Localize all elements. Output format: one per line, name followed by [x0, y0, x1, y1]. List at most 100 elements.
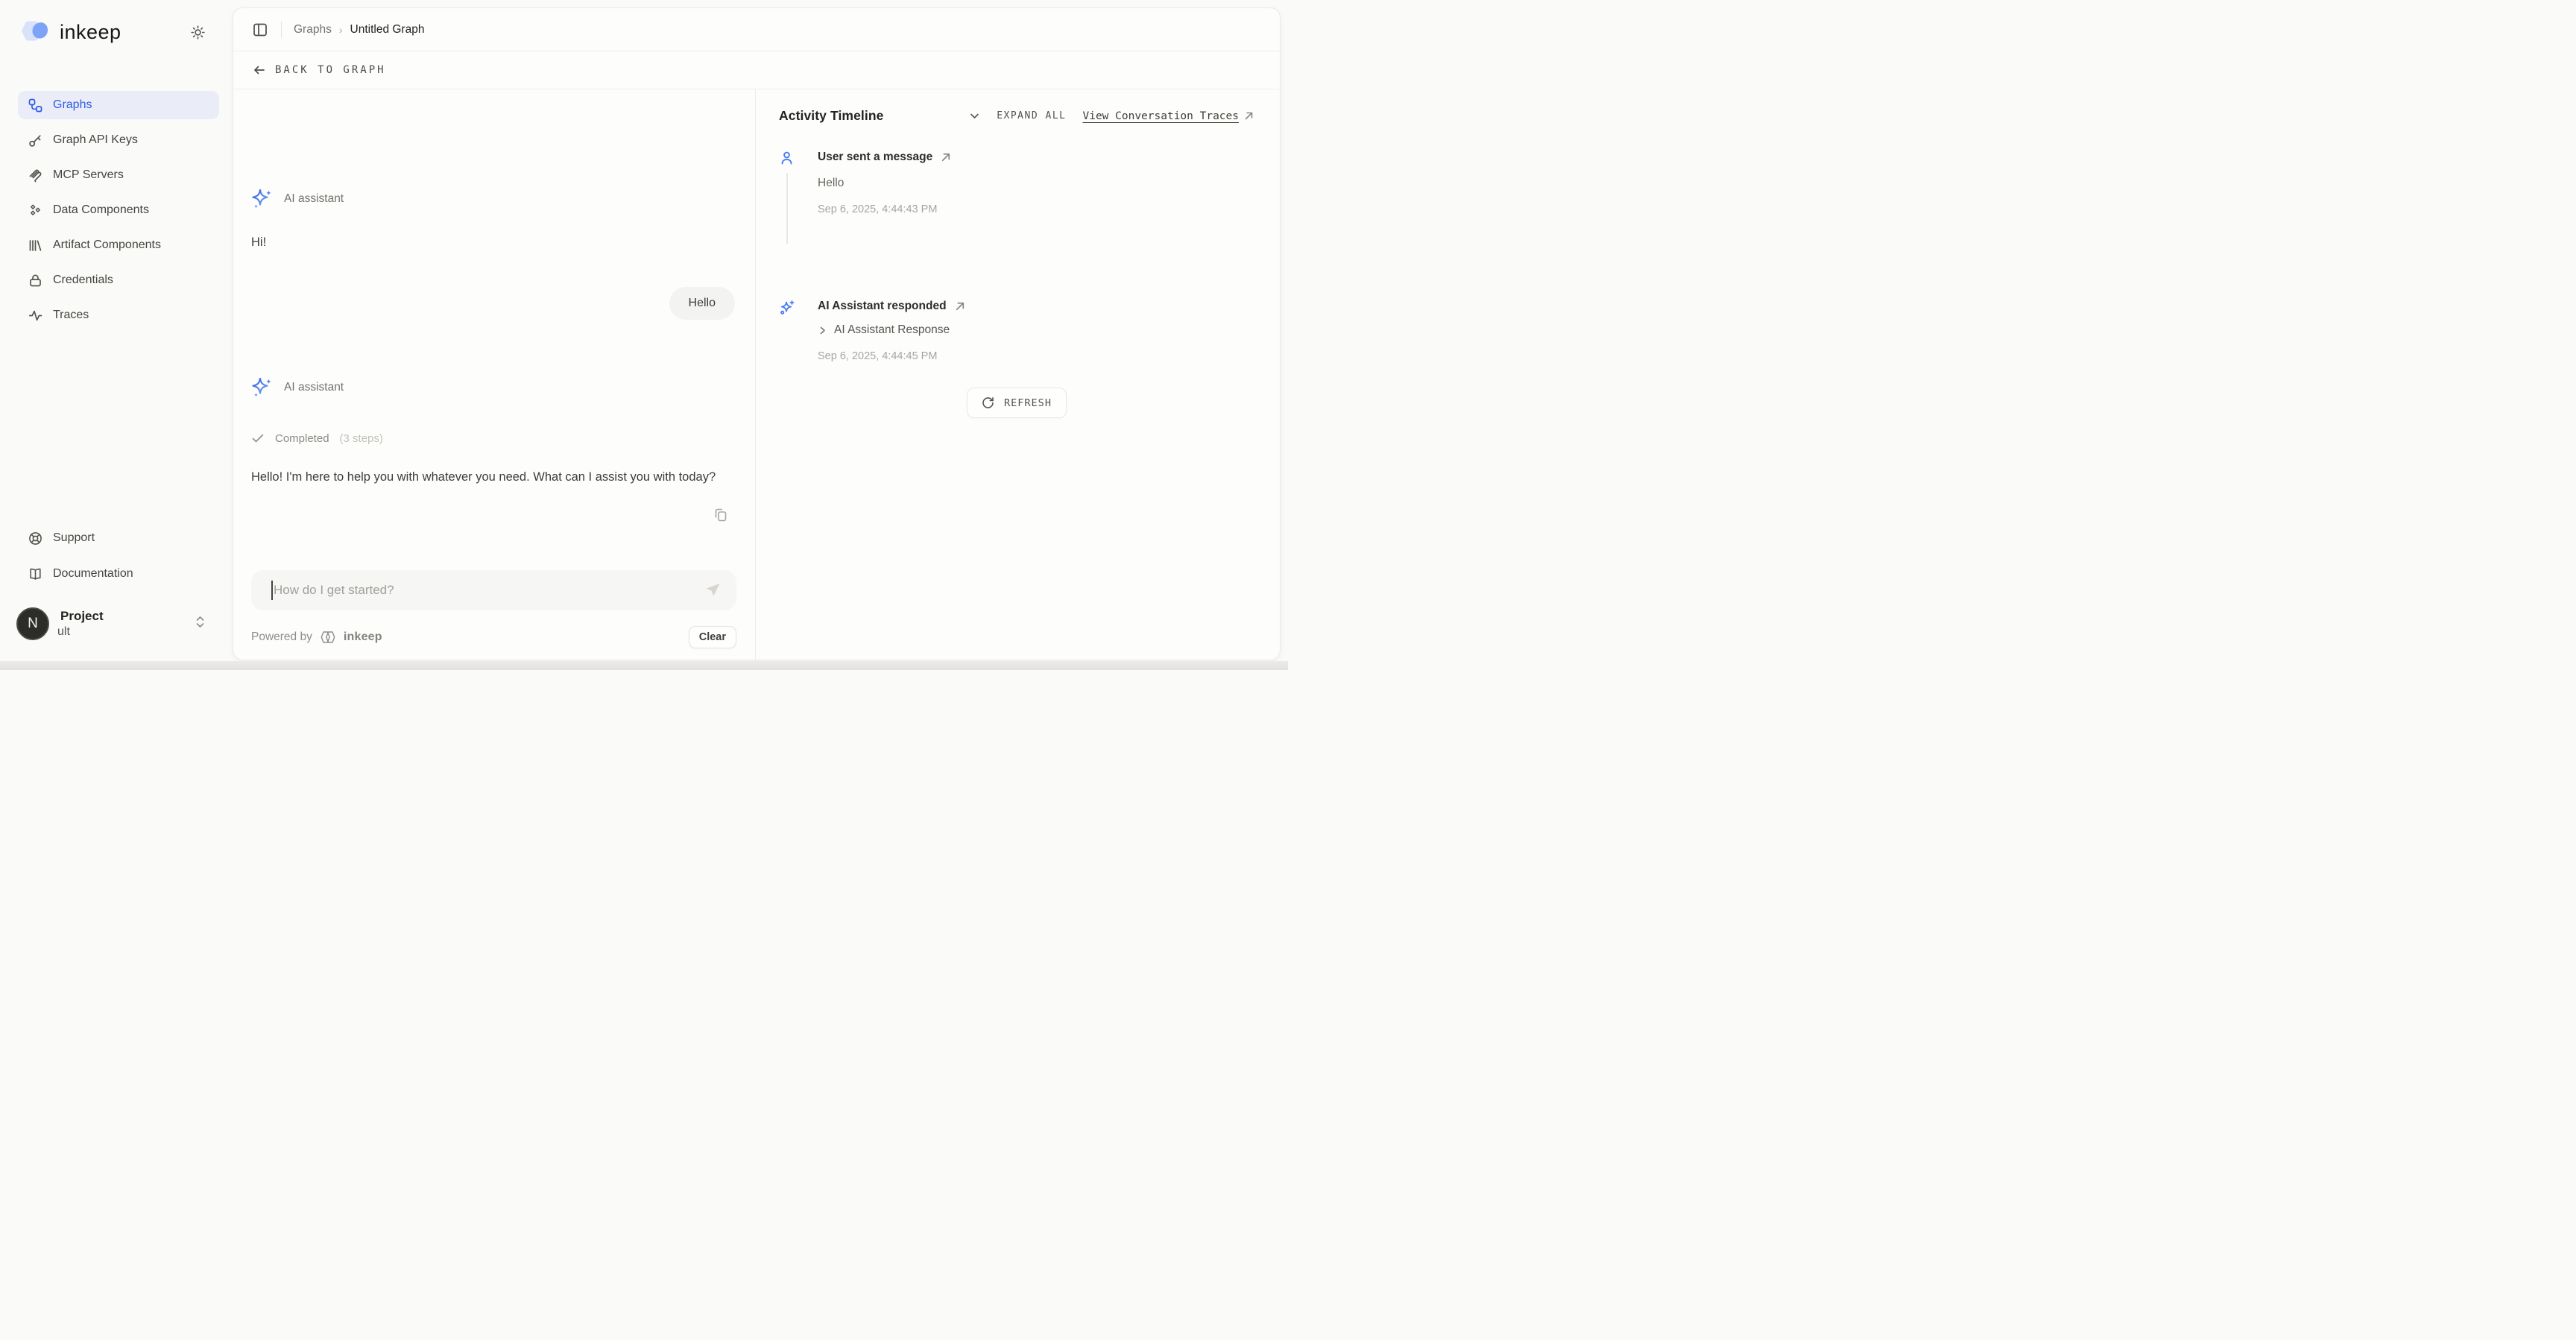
timeline-events: User sent a message Hello Sep 6, 2025, 4… [779, 151, 1254, 362]
completion-status[interactable]: Completed (3 steps) [251, 432, 735, 445]
sidebar-item-traces[interactable]: Traces [18, 301, 219, 329]
breadcrumb-graphs[interactable]: Graphs [294, 23, 332, 37]
component-icon [28, 203, 42, 218]
refresh-icon [982, 396, 994, 409]
sparkles-icon [251, 376, 274, 399]
key-icon [28, 133, 42, 148]
user-message-bubble: Hello [669, 287, 735, 320]
view-conversation-traces-link[interactable]: View Conversation Traces [1082, 110, 1254, 122]
avatar-initial: N [28, 616, 38, 632]
panel-left-icon [253, 22, 268, 37]
timeline-connector [786, 173, 788, 244]
activity-timeline-panel: Activity Timeline EXPAND ALL View Conver… [756, 89, 1280, 660]
window-bottom-edge [0, 661, 1288, 670]
assistant-label: AI assistant [284, 381, 344, 394]
sidebar-item-data-components[interactable]: Data Components [18, 196, 219, 224]
mcp-icon [28, 168, 42, 183]
back-bar: BACK TO GRAPH [233, 51, 1280, 89]
event-title: AI Assistant responded [818, 300, 947, 313]
timeline-event-user-message: User sent a message Hello Sep 6, 2025, 4… [779, 151, 1254, 215]
divider [281, 22, 282, 38]
clear-button[interactable]: Clear [689, 626, 736, 648]
assistant-message: Hi! [251, 236, 735, 250]
chat-footer: Powered by inkeep Clear [251, 625, 736, 649]
timeline-event-assistant-response: AI Assistant responded [779, 300, 1254, 362]
text-caret [271, 581, 273, 600]
breadcrumb: Graphs › Untitled Graph [294, 23, 424, 37]
inkeep-logo: inkeep [21, 19, 121, 45]
collapse-timeline-button[interactable] [969, 110, 980, 121]
inkeep-mark-icon [318, 629, 338, 645]
chevron-down-icon [969, 110, 980, 121]
sidebar-item-label: Artifact Components [53, 238, 161, 252]
project-subtitle: ult [57, 625, 70, 639]
back-to-graph-label: BACK TO GRAPH [275, 64, 386, 76]
open-event-button[interactable] [940, 151, 952, 163]
open-event-button[interactable] [954, 300, 966, 312]
sidebar-item-label: Graph API Keys [53, 133, 138, 147]
copy-message-button[interactable] [713, 507, 729, 523]
sidebar-item-label: MCP Servers [53, 168, 124, 182]
check-icon [251, 432, 265, 445]
powered-by[interactable]: Powered by inkeep [251, 629, 382, 645]
sidebar-item-graph-api-keys[interactable]: Graph API Keys [18, 126, 219, 154]
chat-input[interactable] [251, 583, 736, 598]
chat-preview-pane: AI assistant Hi! Hello AI assistant Comp… [233, 89, 756, 660]
powered-by-label: Powered by [251, 631, 312, 644]
send-button[interactable] [704, 581, 722, 599]
copy-icon [713, 507, 729, 523]
sidebar-toggle-button[interactable] [251, 21, 269, 39]
send-icon [704, 581, 722, 599]
arrow-up-right-icon [1243, 110, 1254, 121]
status-label: Completed [275, 432, 329, 445]
refresh-label: REFRESH [1004, 397, 1052, 409]
event-timestamp: Sep 6, 2025, 4:44:43 PM [818, 203, 1254, 215]
project-switcher[interactable]: Project ult N [18, 607, 219, 654]
inkeep-logomark [21, 19, 51, 45]
assistant-message: Hello! I'm here to help you with whateve… [251, 467, 735, 487]
activity-icon [28, 309, 42, 323]
back-to-graph-button[interactable]: BACK TO GRAPH [253, 63, 386, 77]
sidebar-item-artifact-components[interactable]: Artifact Components [18, 231, 219, 259]
book-open-icon [28, 567, 42, 581]
status-steps: (3 steps) [340, 432, 383, 445]
event-timestamp: Sep 6, 2025, 4:44:45 PM [818, 350, 1254, 362]
sidebar-item-support[interactable]: Support [18, 524, 219, 552]
assistant-response-expander[interactable]: AI Assistant Response [818, 323, 1254, 337]
theme-toggle-button[interactable] [188, 22, 207, 42]
life-buoy-icon [28, 531, 42, 546]
refresh-button[interactable]: REFRESH [967, 388, 1067, 418]
workflow-icon [28, 98, 42, 113]
sidebar-item-label: Data Components [53, 203, 149, 217]
chevrons-up-down-icon [195, 615, 206, 629]
assistant-label: AI assistant [284, 192, 344, 206]
sidebar-nav: Graphs Graph API Keys MCP Servers [18, 91, 219, 329]
timeline-title: Activity Timeline [779, 108, 883, 124]
sidebar-footer-nav: Support Documentation [18, 524, 219, 588]
assistant-message-header: AI assistant [251, 188, 735, 210]
sidebar-item-graphs[interactable]: Graphs [18, 91, 219, 119]
top-bar: Graphs › Untitled Graph [233, 8, 1280, 51]
lock-icon [28, 274, 42, 288]
expand-all-button[interactable]: EXPAND ALL [997, 110, 1066, 121]
sidebar-item-label: Support [53, 531, 95, 545]
chat-input-container [251, 570, 736, 610]
sidebar-item-label: Documentation [53, 567, 133, 581]
event-body: Hello [818, 177, 1254, 190]
timeline-header: Activity Timeline EXPAND ALL View Conver… [779, 108, 1254, 124]
sparkles-icon [779, 300, 795, 315]
sidebar-item-label: Graphs [53, 98, 92, 112]
sidebar-item-credentials[interactable]: Credentials [18, 266, 219, 294]
project-name: Project [60, 609, 104, 624]
sparkles-icon [251, 188, 274, 210]
sidebar-item-documentation[interactable]: Documentation [18, 560, 219, 588]
user-icon [779, 151, 795, 166]
library-icon [28, 238, 42, 253]
breadcrumb-current: Untitled Graph [350, 23, 425, 37]
sidebar-item-mcp-servers[interactable]: MCP Servers [18, 161, 219, 189]
event-title: User sent a message [818, 151, 932, 164]
arrow-up-right-icon [940, 151, 952, 163]
powered-by-brand: inkeep [344, 631, 382, 644]
assistant-message-header: AI assistant [251, 376, 735, 399]
arrow-left-icon [253, 63, 266, 77]
